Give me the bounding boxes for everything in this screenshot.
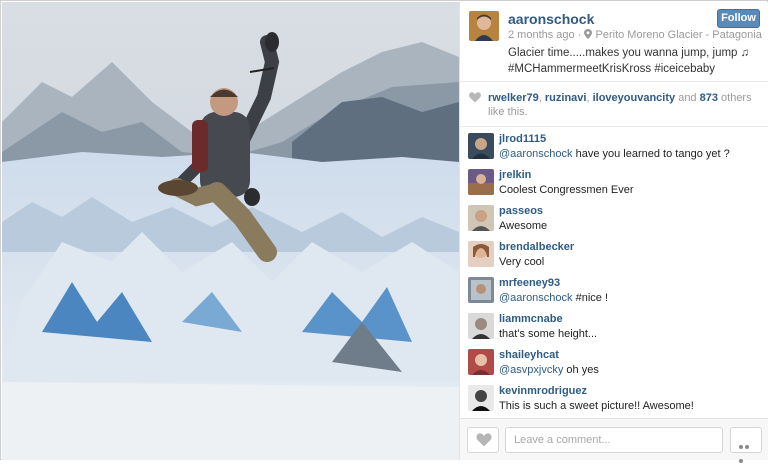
comment-item: shaileyhcat @asvpxjvcky oh yes (468, 349, 763, 383)
commenter-avatar[interactable] (468, 277, 494, 303)
comment-username[interactable]: brendalbecker (499, 241, 574, 253)
comment-item: liammcnabe that's some height... (468, 313, 763, 347)
commenter-avatar[interactable] (468, 169, 494, 195)
comment-item: kevinmrodriguez This is such a sweet pic… (468, 385, 763, 419)
comment-body: oh yes (563, 364, 599, 376)
comment-text: Very cool (499, 256, 544, 268)
comment-item: jrelkin Coolest Congressmen Ever (468, 169, 763, 203)
comment-body: that's some height... (499, 328, 598, 340)
comment-item: passeos Awesome (468, 205, 763, 239)
more-options-button[interactable] (730, 427, 762, 463)
comment-body: Awesome (499, 220, 548, 232)
comment-username[interactable]: liammcnabe (499, 313, 563, 325)
comment-text: @aaronschock #nice ! (499, 292, 608, 304)
caption-line-2[interactable]: #MCHammermeetKrisKross #iceicebaby (508, 61, 758, 77)
comment-text: Coolest Congressmen Ever (499, 184, 634, 196)
post-viewer: aaronschock Follow 2 months ago · Perito… (0, 0, 768, 463)
comment-footer (460, 418, 768, 463)
author-username[interactable]: aaronschock (508, 11, 594, 27)
commenter-avatar[interactable] (468, 205, 494, 231)
comment-username[interactable]: jlrod1115 (499, 133, 546, 145)
comment-text: @asvpxjvcky oh yes (499, 364, 599, 376)
commenter-avatar[interactable] (468, 313, 494, 339)
more-options-icon (739, 438, 755, 463)
comment-body: Coolest Congressmen Ever (499, 184, 634, 196)
likes-count[interactable]: 873 (700, 92, 718, 104)
commenter-avatar[interactable] (468, 241, 494, 267)
comment-text: This is such a sweet picture!! Awesome! (499, 400, 694, 412)
post-location[interactable]: Perito Moreno Glacier - Patagonia (596, 29, 762, 41)
comment-mention[interactable]: @aaronschock (499, 292, 573, 304)
liker-3[interactable]: iloveyouvancity (593, 92, 676, 104)
comment-body: #nice ! (572, 292, 609, 304)
liker-1[interactable]: rwelker79 (488, 92, 539, 104)
likes-and: and (675, 92, 700, 104)
follow-button[interactable]: Follow (717, 9, 760, 28)
comment-body: This is such a sweet picture!! Awesome! (499, 400, 694, 412)
liker-2[interactable]: ruzinavi (545, 92, 587, 104)
comment-username[interactable]: kevinmrodriguez (499, 385, 587, 397)
comment-text: that's some height... (499, 328, 597, 340)
post-time: 2 months ago (508, 29, 575, 41)
comment-item: mrfeeney93 @aaronschock #nice ! (468, 277, 763, 311)
glacier-jump-photo (2, 2, 459, 460)
author-avatar[interactable] (469, 11, 499, 41)
comment-username[interactable]: shaileyhcat (499, 349, 559, 361)
comment-username[interactable]: jrelkin (499, 169, 531, 181)
post-sidebar: aaronschock Follow 2 months ago · Perito… (459, 2, 768, 463)
comment-username[interactable]: passeos (499, 205, 543, 217)
comment-input[interactable] (505, 427, 723, 453)
comment-item: jlrod1115 @aaronschock have you learned … (468, 133, 763, 167)
heart-icon (469, 92, 481, 107)
commenter-avatar[interactable] (468, 133, 494, 159)
post-header: aaronschock Follow 2 months ago · Perito… (460, 2, 768, 82)
comment-item: brendalbecker Very cool (468, 241, 763, 275)
comments-list: jlrod1115 @aaronschock have you learned … (460, 127, 768, 417)
comment-body: Very cool (499, 256, 545, 268)
post-caption: Glacier time.....makes you wanna jump, j… (508, 45, 758, 77)
comment-mention[interactable]: @asvpxjvcky (499, 364, 563, 376)
comment-text: Awesome (499, 220, 547, 232)
post-meta: 2 months ago · Perito Moreno Glacier - P… (508, 29, 762, 41)
caption-line-1: Glacier time.....makes you wanna jump, j… (508, 47, 750, 59)
comment-body: have you learned to tango yet ? (572, 148, 730, 160)
heart-icon (476, 433, 492, 450)
like-button[interactable] (467, 427, 499, 453)
commenter-avatar[interactable] (468, 349, 494, 375)
comment-mention[interactable]: @aaronschock (499, 148, 573, 160)
location-pin-icon (584, 29, 595, 41)
comment-username[interactable]: mrfeeney93 (499, 277, 560, 289)
likes-summary: rwelker79, ruzinavi, iloveyouvancity and… (460, 82, 768, 127)
commenter-avatar[interactable] (468, 385, 494, 411)
post-photo[interactable] (2, 2, 459, 460)
comment-text: @aaronschock have you learned to tango y… (499, 148, 730, 160)
